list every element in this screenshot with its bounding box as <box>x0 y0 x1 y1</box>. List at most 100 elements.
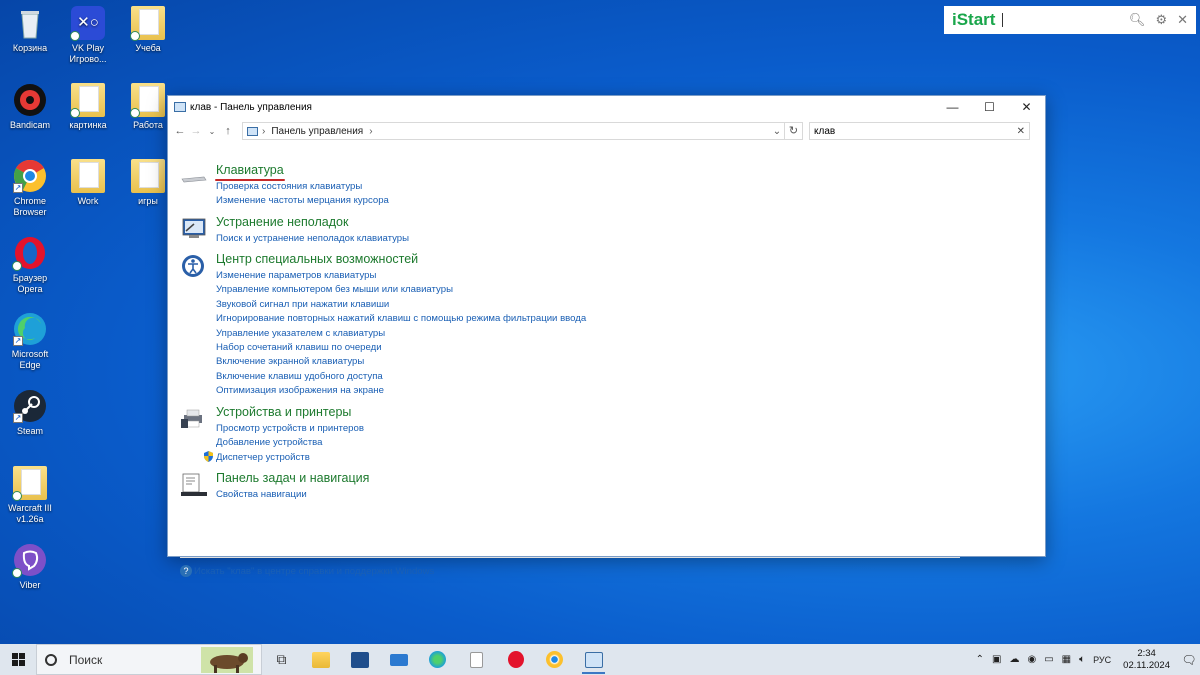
document-icon[interactable] <box>457 644 496 675</box>
istart-brand: iStart <box>952 10 996 29</box>
close-button[interactable]: ✕ <box>1008 100 1045 114</box>
screen-recorder-icon[interactable]: ◉ <box>1027 654 1036 665</box>
help-search-link[interactable]: ? Искать "клав" в центре справки и подде… <box>180 565 434 577</box>
notifications-icon[interactable]: 🗨︎ <box>1178 653 1200 667</box>
up-arrow-icon[interactable]: ↑ <box>220 125 236 137</box>
desktop-icon-viber[interactable]: Viber <box>0 543 60 591</box>
desktop-icon-edge[interactable]: ↗ Microsoft Edge <box>0 312 60 371</box>
taskbar: Поиск ⧉ ⌃ ▣ ☁ ◉ ▭ ▦ 🔈︎ РУС 2:34 02.11.20… <box>0 644 1200 675</box>
forward-arrow-icon[interactable]: → <box>188 125 204 137</box>
recycle-bin-icon <box>13 6 47 40</box>
group-title[interactable]: Центр специальных возможностей <box>216 252 418 266</box>
system-tray: ⌃ ▣ ☁ ◉ ▭ ▦ 🔈︎ РУС 2:34 02.11.2024 🗨︎ <box>972 644 1200 675</box>
result-link[interactable]: Изменение параметров клавиатуры <box>216 269 586 283</box>
result-link[interactable]: Набор сочетаний клавиш по очереди <box>216 341 586 355</box>
result-link[interactable]: Свойства навигации <box>216 488 307 502</box>
result-link[interactable]: Включение клавиш удобного доступа <box>216 370 586 384</box>
chrome-icon: ↗ <box>13 159 47 193</box>
taskbar-search-placeholder: Поиск <box>69 652 103 667</box>
result-link[interactable]: Включение экранной клавиатуры <box>216 355 586 369</box>
desktop-icon-opera[interactable]: Браузер Opera <box>0 236 60 295</box>
desktop-icon-label: Работа <box>133 120 163 130</box>
desktop-icon-kartinka[interactable]: картинка <box>58 83 118 131</box>
desktop-icon-label: игры <box>138 196 158 206</box>
show-hidden-icons-chevron-icon[interactable]: ⌃ <box>976 654 984 665</box>
results-divider <box>180 557 960 558</box>
battery-icon[interactable]: ▭ <box>1044 654 1053 665</box>
gear-icon[interactable]: ⚙ <box>1155 12 1167 28</box>
windows-logo-icon <box>11 653 25 666</box>
result-link[interactable]: Звуковой сигнал при нажатии клавиши <box>216 298 586 312</box>
desktop-icon-label: Браузер Opera <box>12 273 48 294</box>
control-panel-taskbar-icon[interactable] <box>574 644 613 675</box>
desktop-icon-bandicam[interactable]: Bandicam <box>0 83 60 131</box>
breadcrumb-chevron-icon[interactable]: › <box>262 126 265 137</box>
help-icon: ? <box>180 565 192 577</box>
desktop-icon-ucheba[interactable]: Учеба <box>118 6 178 54</box>
desktop-icon-work[interactable]: Work <box>58 159 118 207</box>
network-icon[interactable]: ▦ <box>1062 654 1071 665</box>
group-title[interactable]: Устранение неполадок <box>216 215 348 229</box>
opera-taskbar-icon[interactable] <box>496 644 535 675</box>
desktop-icon-label: Корзина <box>12 43 48 53</box>
result-link[interactable]: Изменение частоты мерцания курсора <box>216 194 389 208</box>
edge-taskbar-icon[interactable] <box>418 644 457 675</box>
maximize-button[interactable]: ☐ <box>971 100 1008 114</box>
microsoft-store-icon[interactable] <box>340 644 379 675</box>
volume-icon[interactable]: 🔈︎ <box>1079 654 1085 665</box>
desktop-icon-vk-play[interactable]: ✕○ VK Play Игрово... <box>58 6 118 65</box>
desktop-icon-recycle-bin[interactable]: Корзина <box>0 6 60 54</box>
result-link[interactable]: Управление указателем с клавиатуры <box>216 327 586 341</box>
desktop-icon-label: Work <box>77 196 99 206</box>
group-title[interactable]: Устройства и принтеры <box>216 405 351 419</box>
cloud-icon[interactable]: ☁ <box>1009 654 1019 665</box>
desktop-icon-label: Учеба <box>135 43 161 53</box>
group-title[interactable]: Панель задач и навигация <box>216 471 369 485</box>
minimize-button[interactable]: — <box>934 100 971 114</box>
desktop-icon-label: Bandicam <box>9 120 51 130</box>
result-link[interactable]: Проверка состояния клавиатуры <box>216 180 389 194</box>
meet-now-icon[interactable]: ▣ <box>992 654 1001 665</box>
breadcrumb-chevron-icon[interactable]: › <box>369 126 372 137</box>
back-arrow-icon[interactable]: ← <box>172 125 188 137</box>
desktop-icon-warcraft[interactable]: Warcraft III v1.26a <box>0 466 60 525</box>
search-input[interactable]: клав <box>814 126 1017 137</box>
desktop-icon-steam[interactable]: ↗ Steam <box>0 389 60 437</box>
result-link[interactable]: Просмотр устройств и принтеров <box>216 422 364 436</box>
result-link[interactable]: Игнорирование повторных нажатий клавиш с… <box>216 312 586 326</box>
result-link[interactable]: Поиск и устранение неполадок клавиатуры <box>216 232 409 246</box>
breadcrumb-control-panel[interactable]: Панель управления <box>271 126 363 137</box>
result-link[interactable]: Оптимизация изображения на экране <box>216 384 586 398</box>
folder-icon <box>131 159 165 193</box>
start-button[interactable] <box>0 644 36 675</box>
mail-icon[interactable] <box>379 644 418 675</box>
result-link[interactable]: Добавление устройства <box>216 436 364 450</box>
desktop-icon-label: Steam <box>16 426 43 436</box>
group-title[interactable]: Клавиатура <box>216 163 284 177</box>
address-dropdown-icon[interactable]: ⌄ <box>770 126 784 137</box>
task-view-icon[interactable]: ⧉ <box>262 644 301 675</box>
refresh-icon[interactable]: ↻ <box>785 122 803 140</box>
search-icon[interactable]: 🔍︎ <box>1129 12 1146 28</box>
istart-search-bar[interactable]: iStart 🔍︎ ⚙ ✕ <box>944 6 1196 34</box>
desktop-icon-chrome[interactable]: ↗ Chrome Browser <box>0 159 60 218</box>
file-explorer-icon[interactable] <box>301 644 340 675</box>
address-bar[interactable]: › Панель управления › ⌄ <box>242 122 785 140</box>
folder-icon <box>71 159 105 193</box>
language-indicator[interactable]: РУС <box>1093 655 1111 665</box>
result-link-device-manager[interactable]: Диспетчер устройств <box>203 450 351 465</box>
result-link[interactable]: Управление компьютером без мыши или клав… <box>216 283 586 297</box>
search-box[interactable]: клав ✕ <box>809 122 1030 140</box>
clock[interactable]: 2:34 02.11.2024 <box>1123 648 1170 672</box>
title-bar[interactable]: клав - Панель управления — ☐ ✕ <box>168 96 1045 118</box>
folder-icon <box>130 83 165 118</box>
clear-search-icon[interactable]: ✕ <box>1017 126 1025 137</box>
recent-chevron-down-icon[interactable]: ⌄ <box>204 127 220 136</box>
close-icon[interactable]: ✕ <box>1177 12 1188 28</box>
chrome-taskbar-icon[interactable] <box>535 644 574 675</box>
taskbar-search[interactable]: Поиск <box>36 644 262 675</box>
navigation-bar: ← → ⌄ ↑ › Панель управления › ⌄ ↻ клав ✕ <box>168 118 1045 144</box>
help-link-label[interactable]: Искать "клав" в центре справки и поддерж… <box>194 566 434 577</box>
result-link-label[interactable]: Диспетчер устройств <box>216 452 310 463</box>
desktop-icon-label: Viber <box>19 580 41 590</box>
